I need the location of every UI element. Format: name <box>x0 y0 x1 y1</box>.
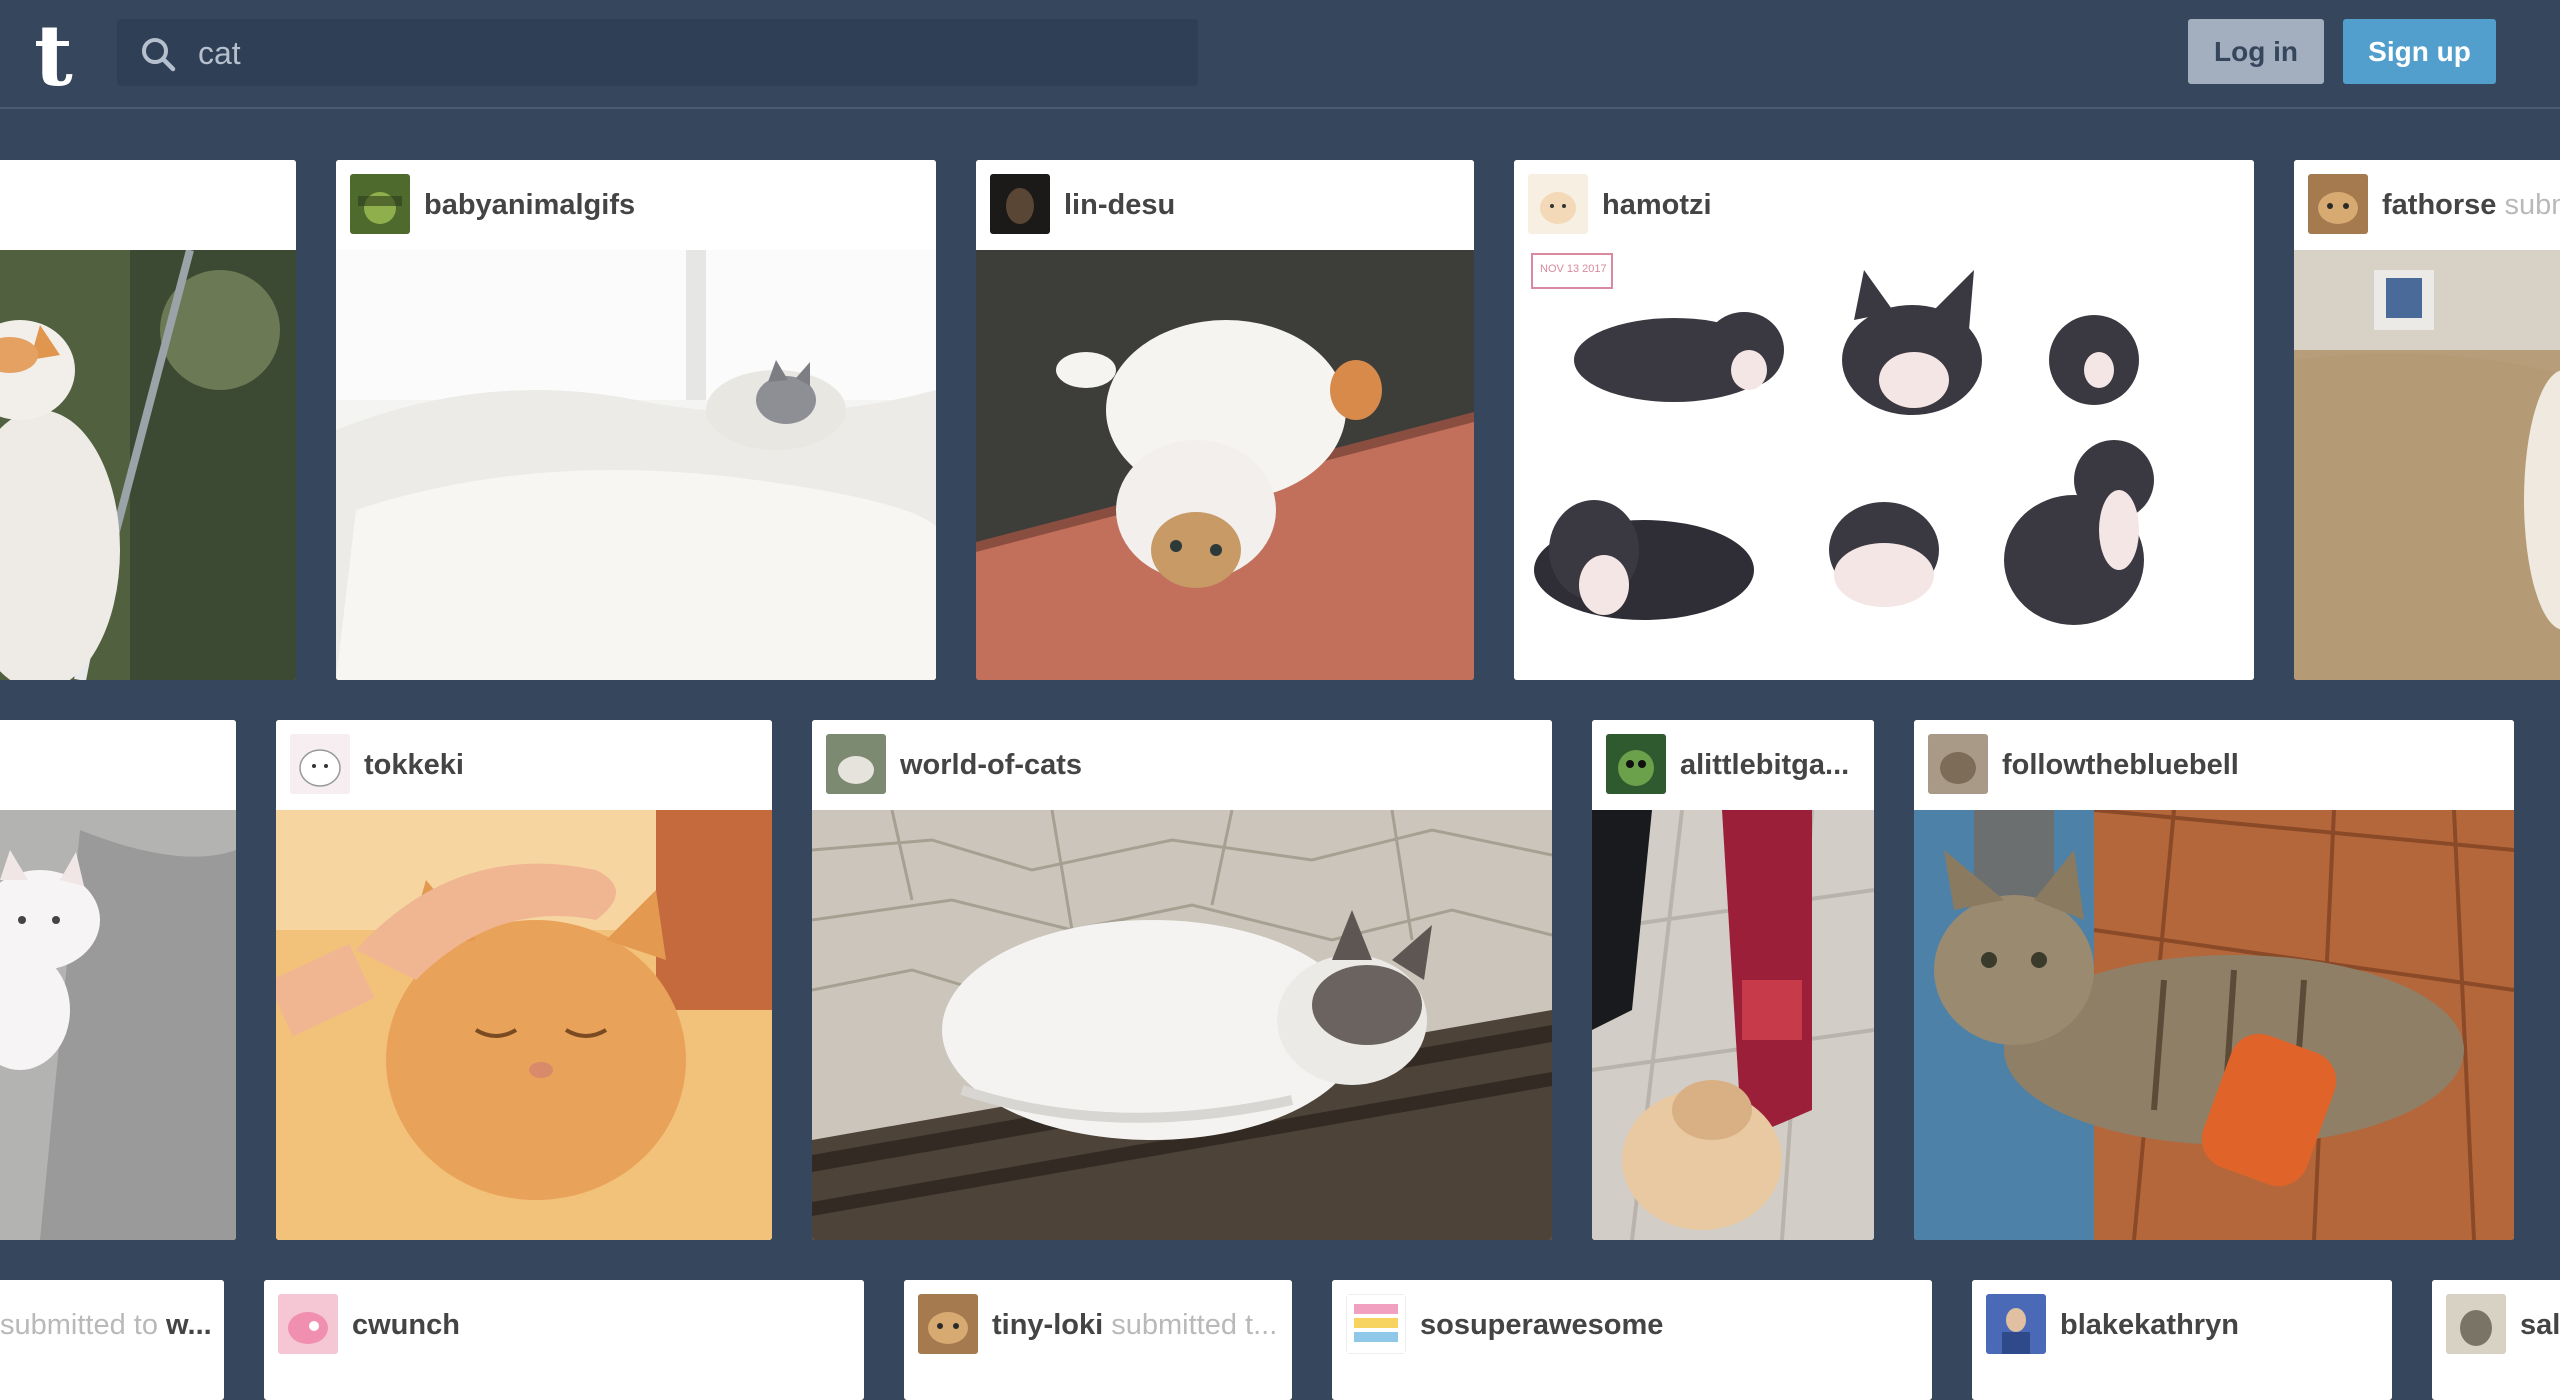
blog-avatar[interactable] <box>1606 734 1666 794</box>
post-header <box>0 720 236 810</box>
post-card[interactable]: sosuperawesome <box>1332 1280 1932 1400</box>
post-header: submitted to w... <box>0 1280 224 1370</box>
cat-photo-image <box>1592 810 1874 1240</box>
blog-name-link[interactable]: babyanimalgifs <box>424 160 635 250</box>
cat-drawing-image: NOV 13 2017 <box>1514 250 2254 680</box>
blog-avatar[interactable] <box>2308 174 2368 234</box>
post-photo[interactable] <box>812 810 1552 1240</box>
post-card[interactable] <box>0 720 236 1240</box>
blog-name-link[interactable]: tokkeki <box>364 720 464 810</box>
post-card[interactable]: world-of-cats <box>812 720 1552 1240</box>
top-bar: t Log in Sign up <box>0 0 2560 109</box>
blog-name-link[interactable]: alittlebitga... <box>1680 720 1849 810</box>
post-photo[interactable] <box>1592 810 1874 1240</box>
blog-avatar[interactable] <box>290 734 350 794</box>
post-header: world-of-cats <box>812 720 1552 810</box>
post-photo[interactable]: NOV 13 2017 <box>1514 250 2254 680</box>
date-stamp: NOV 13 2017 <box>1540 263 1607 275</box>
blog-avatar[interactable] <box>1346 1294 1406 1354</box>
blog-name-link[interactable]: fathorse submitted to <box>2382 160 2560 250</box>
cat-photo-image <box>2294 250 2560 680</box>
blog-avatar[interactable] <box>2446 1294 2506 1354</box>
post-card[interactable]: tiny-loki submitted t... <box>904 1280 1292 1400</box>
search-input[interactable] <box>196 29 1160 77</box>
post-header: alittlebitga... <box>1592 720 1874 810</box>
post-photo[interactable] <box>0 810 236 1240</box>
cat-photo-image <box>812 810 1552 1240</box>
post-header: tiny-loki submitted t... <box>904 1280 1292 1370</box>
blog-name-link[interactable]: tiny-loki submitted t... <box>992 1280 1277 1370</box>
post-photo[interactable] <box>276 810 772 1240</box>
blog-avatar[interactable] <box>1986 1294 2046 1354</box>
post-card[interactable]: submitted to w... <box>0 1280 224 1400</box>
post-card[interactable]: babyanimalgifs <box>336 160 936 680</box>
post-header: cwunch <box>264 1280 864 1370</box>
cat-photo-image <box>276 810 772 1240</box>
cat-photo-image <box>0 250 296 680</box>
login-button[interactable]: Log in <box>2188 19 2324 84</box>
post-header: followthebluebell <box>1914 720 2514 810</box>
blog-avatar[interactable] <box>990 174 1050 234</box>
search-icon <box>142 38 176 72</box>
post-header: babyanimalgifs <box>336 160 936 250</box>
post-card[interactable]: tokkeki <box>276 720 772 1240</box>
post-card[interactable]: alittlebitga... <box>1592 720 1874 1240</box>
post-card[interactable]: lin-desu <box>976 160 1474 680</box>
post-photo[interactable] <box>0 250 296 680</box>
post-card[interactable]: hamotzi NOV 13 2017 <box>1514 160 2254 680</box>
post-header: fathorse submitted to <box>2294 160 2560 250</box>
post-photo[interactable] <box>976 250 1474 680</box>
blog-avatar[interactable] <box>918 1294 978 1354</box>
post-header: sal <box>2432 1280 2560 1370</box>
post-card[interactable] <box>0 160 296 680</box>
blog-name-link[interactable]: lin-desu <box>1064 160 1175 250</box>
post-header: hamotzi <box>1514 160 2254 250</box>
cat-photo-image <box>0 810 236 1240</box>
blog-avatar[interactable] <box>1928 734 1988 794</box>
tumblr-logo[interactable]: t <box>34 8 73 104</box>
post-photo[interactable] <box>336 250 936 680</box>
blog-avatar[interactable] <box>350 174 410 234</box>
search-box[interactable] <box>117 19 1198 86</box>
post-header <box>0 160 296 250</box>
blog-avatar[interactable] <box>278 1294 338 1354</box>
blog-name-link[interactable]: hamotzi <box>1602 160 1712 250</box>
post-header: lin-desu <box>976 160 1474 250</box>
post-card[interactable]: fathorse submitted to <box>2294 160 2560 680</box>
blog-name-link[interactable]: submitted to w... <box>0 1280 212 1370</box>
blog-name-link[interactable]: world-of-cats <box>900 720 1082 810</box>
cat-photo-image <box>336 250 936 680</box>
post-card[interactable]: followthebluebell <box>1914 720 2514 1240</box>
post-header: blakekathryn <box>1972 1280 2392 1370</box>
blog-name-link[interactable]: followthebluebell <box>2002 720 2239 810</box>
post-photo[interactable] <box>2294 250 2560 680</box>
blog-name-link[interactable]: blakekathryn <box>2060 1280 2239 1370</box>
post-header: sosuperawesome <box>1332 1280 1932 1370</box>
post-card[interactable]: cwunch <box>264 1280 864 1400</box>
signup-button[interactable]: Sign up <box>2343 19 2496 84</box>
post-card[interactable]: sal <box>2432 1280 2560 1400</box>
cat-photo-image <box>976 250 1474 680</box>
blog-avatar[interactable] <box>826 734 886 794</box>
cat-photo-image <box>1914 810 2514 1240</box>
blog-name-link[interactable]: cwunch <box>352 1280 460 1370</box>
blog-name-link[interactable]: sosuperawesome <box>1420 1280 1663 1370</box>
post-photo[interactable] <box>1914 810 2514 1240</box>
blog-avatar[interactable] <box>1528 174 1588 234</box>
blog-name-link[interactable]: sal <box>2520 1280 2560 1370</box>
post-card[interactable]: blakekathryn <box>1972 1280 2392 1400</box>
post-header: tokkeki <box>276 720 772 810</box>
